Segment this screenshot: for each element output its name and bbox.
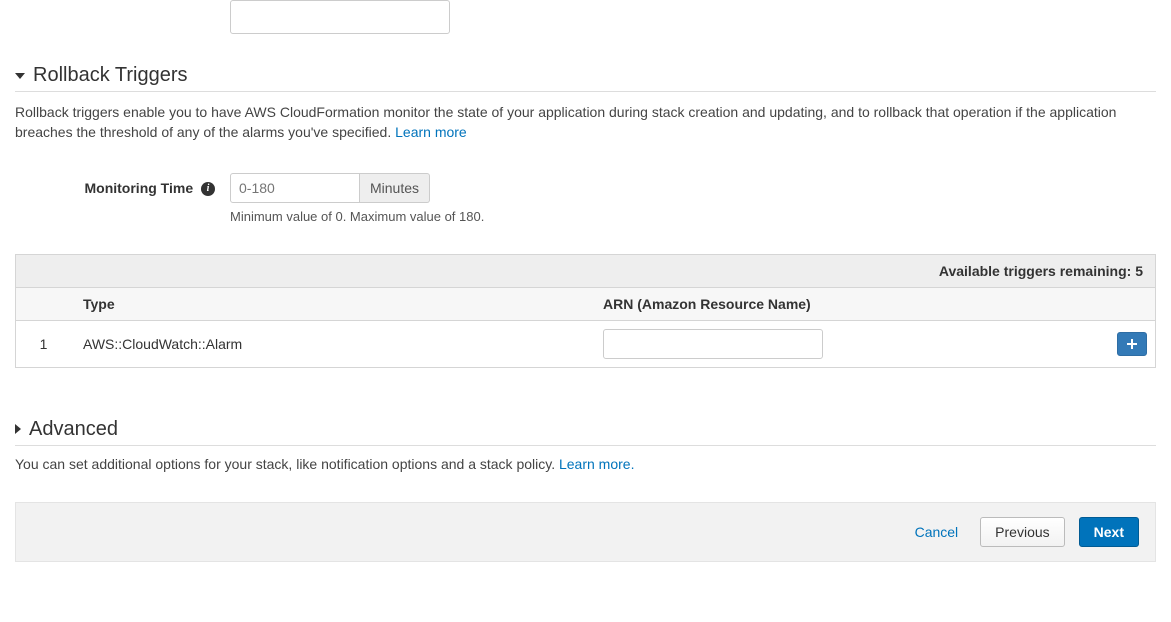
advanced-panel: Advanced You can set additional options … <box>15 418 1156 472</box>
trigger-row-index: 1 <box>16 328 71 360</box>
info-icon[interactable]: i <box>201 182 215 196</box>
trigger-row-type: AWS::CloudWatch::Alarm <box>71 328 591 360</box>
plus-icon <box>1127 339 1137 349</box>
advanced-description: You can set additional options for your … <box>15 456 1156 472</box>
next-button[interactable]: Next <box>1079 517 1139 547</box>
caret-right-icon <box>15 424 21 434</box>
advanced-title: Advanced <box>29 418 118 441</box>
cancel-button[interactable]: Cancel <box>907 518 967 546</box>
monitoring-time-unit: Minutes <box>360 173 430 203</box>
advanced-learn-more-link[interactable]: Learn more. <box>559 456 634 472</box>
rollback-triggers-header[interactable]: Rollback Triggers <box>15 64 1156 92</box>
wizard-footer: Cancel Previous Next <box>15 502 1156 562</box>
rollback-triggers-description: Rollback triggers enable you to have AWS… <box>15 102 1156 143</box>
table-row: 1 AWS::CloudWatch::Alarm <box>16 321 1155 367</box>
triggers-col-type: Type <box>71 288 591 320</box>
monitoring-time-row: Monitoring Time i Minutes Minimum value … <box>15 173 1156 224</box>
rollback-learn-more-link[interactable]: Learn more <box>395 124 467 140</box>
monitoring-time-help: Minimum value of 0. Maximum value of 180… <box>230 209 484 224</box>
trigger-arn-input[interactable] <box>603 329 823 359</box>
rollback-triggers-title: Rollback Triggers <box>33 64 188 87</box>
prior-form-field[interactable] <box>230 0 450 34</box>
caret-down-icon <box>15 73 25 79</box>
triggers-col-arn: ARN (Amazon Resource Name) <box>591 288 1105 320</box>
add-trigger-button[interactable] <box>1117 332 1147 356</box>
rollback-triggers-panel: Rollback Triggers Rollback triggers enab… <box>15 64 1156 368</box>
previous-button[interactable]: Previous <box>980 517 1064 547</box>
triggers-remaining: Available triggers remaining: 5 <box>16 255 1155 288</box>
triggers-table: Available triggers remaining: 5 Type ARN… <box>15 254 1156 368</box>
monitoring-time-input[interactable] <box>230 173 360 203</box>
monitoring-time-label: Monitoring Time <box>84 180 193 196</box>
advanced-header[interactable]: Advanced <box>15 418 1156 446</box>
